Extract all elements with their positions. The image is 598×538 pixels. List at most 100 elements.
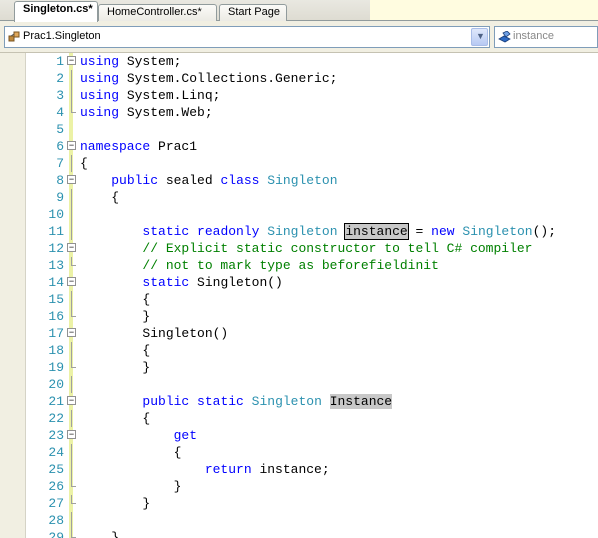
- code-line[interactable]: 19 }: [0, 359, 598, 376]
- member-dropdown-value: instance: [513, 30, 554, 42]
- type-token: Singleton: [462, 224, 533, 239]
- code-text: {: [80, 189, 119, 206]
- code-text: }: [80, 478, 182, 495]
- code-token: {: [80, 292, 151, 307]
- keyword-token: using: [80, 88, 120, 103]
- keyword-token: public: [142, 394, 190, 409]
- outline-guide: [71, 223, 72, 240]
- line-number: 27: [48, 496, 64, 511]
- tab-singleton-cs[interactable]: Singleton.cs*: [14, 1, 98, 22]
- code-line[interactable]: 11 static readonly Singleton instance = …: [0, 223, 598, 240]
- line-number: 25: [48, 462, 64, 477]
- keyword-token: using: [80, 54, 120, 69]
- line-number: 5: [56, 122, 64, 137]
- code-token: ();: [532, 224, 557, 239]
- code-line[interactable]: 5: [0, 121, 598, 138]
- line-number: 10: [48, 207, 64, 222]
- code-line[interactable]: 24 {: [0, 444, 598, 461]
- code-line[interactable]: 20: [0, 376, 598, 393]
- member-dropdown[interactable]: instance: [494, 26, 598, 48]
- code-line[interactable]: 27 }: [0, 495, 598, 512]
- code-token: {: [80, 445, 182, 460]
- code-token: {: [80, 156, 88, 171]
- keyword-token: static: [142, 275, 190, 290]
- outline-guide: [71, 512, 72, 529]
- outline-guide: [71, 189, 72, 206]
- outline-guide: [71, 155, 72, 172]
- code-line[interactable]: 26 }: [0, 478, 598, 495]
- line-number: 14: [48, 275, 64, 290]
- type-token: Singleton: [267, 224, 338, 239]
- code-line[interactable]: 13 // not to mark type as beforefieldini…: [0, 257, 598, 274]
- tab-start-page[interactable]: Start Page: [219, 4, 287, 21]
- code-line[interactable]: 17− Singleton(): [0, 325, 598, 342]
- code-editor[interactable]: 1− using System; 2 using System.Collections…: [0, 53, 598, 538]
- collapse-icon[interactable]: −: [67, 175, 76, 184]
- code-token: System.Collections.Generic;: [126, 71, 338, 86]
- code-line[interactable]: 8− public sealed class Singleton: [0, 172, 598, 189]
- type-dropdown-value: Prac1.Singleton: [23, 30, 101, 42]
- outline-end-marker: [71, 367, 76, 368]
- type-dropdown-button[interactable]: ▼: [471, 28, 488, 46]
- code-text: // Explicit static constructor to tell C…: [80, 240, 532, 257]
- highlighted-token: Instance: [329, 394, 393, 409]
- collapse-icon[interactable]: −: [67, 328, 76, 337]
- code-text: {: [80, 444, 182, 461]
- tab-homecontroller-cs[interactable]: HomeController.cs*: [98, 4, 217, 21]
- line-number: 1: [56, 54, 64, 69]
- code-text: }: [80, 308, 150, 325]
- code-line[interactable]: 22 {: [0, 410, 598, 427]
- line-number: 21: [48, 394, 64, 409]
- collapse-icon[interactable]: −: [67, 56, 76, 65]
- code-line[interactable]: 4 using System.Web;: [0, 104, 598, 121]
- code-text: {: [80, 291, 150, 308]
- keyword-token: return: [204, 462, 252, 477]
- code-line[interactable]: 6− namespace Prac1: [0, 138, 598, 155]
- code-line[interactable]: 9 {: [0, 189, 598, 206]
- code-text: using System.Web;: [80, 104, 213, 121]
- collapse-icon[interactable]: −: [67, 396, 76, 405]
- code-line[interactable]: 10: [0, 206, 598, 223]
- code-line[interactable]: 21− public static Singleton Instance: [0, 393, 598, 410]
- code-line[interactable]: 16 }: [0, 308, 598, 325]
- outline-guide: [71, 87, 72, 104]
- outline-end-marker: [71, 316, 76, 317]
- code-text: }: [80, 359, 150, 376]
- collapse-icon[interactable]: −: [67, 277, 76, 286]
- collapse-icon[interactable]: −: [67, 141, 76, 150]
- code-line[interactable]: 2 using System.Collections.Generic;: [0, 70, 598, 87]
- collapse-icon[interactable]: −: [67, 430, 76, 439]
- code-text: {: [80, 155, 88, 172]
- code-line[interactable]: 14− static Singleton(): [0, 274, 598, 291]
- code-line[interactable]: 15 {: [0, 291, 598, 308]
- type-dropdown[interactable]: Prac1.Singleton ▼: [4, 26, 490, 48]
- line-number: 17: [48, 326, 64, 341]
- keyword-token: public: [111, 173, 159, 188]
- code-line[interactable]: 29 }: [0, 529, 598, 538]
- highlighted-token: instance: [344, 223, 409, 240]
- code-line[interactable]: 25 return instance;: [0, 461, 598, 478]
- code-line[interactable]: 28: [0, 512, 598, 529]
- code-text: namespace Prac1: [80, 138, 197, 155]
- line-number: 3: [56, 88, 64, 103]
- keyword-token: get: [173, 428, 198, 443]
- collapse-icon[interactable]: −: [67, 243, 76, 252]
- code-line[interactable]: 1− using System;: [0, 53, 598, 70]
- code-text: using System.Collections.Generic;: [80, 70, 337, 87]
- code-token: instance;: [259, 462, 330, 477]
- code-text: get: [80, 427, 197, 444]
- line-number: 9: [56, 190, 64, 205]
- code-line[interactable]: 18 {: [0, 342, 598, 359]
- code-token: {: [80, 190, 120, 205]
- outline-guide: [71, 444, 72, 461]
- code-line[interactable]: 7{: [0, 155, 598, 172]
- code-line[interactable]: 23− get: [0, 427, 598, 444]
- chevron-down-icon: ▼: [476, 31, 485, 41]
- code-line[interactable]: 3 using System.Linq;: [0, 87, 598, 104]
- code-token: }: [80, 496, 151, 511]
- code-line[interactable]: 12− // Explicit static constructor to te…: [0, 240, 598, 257]
